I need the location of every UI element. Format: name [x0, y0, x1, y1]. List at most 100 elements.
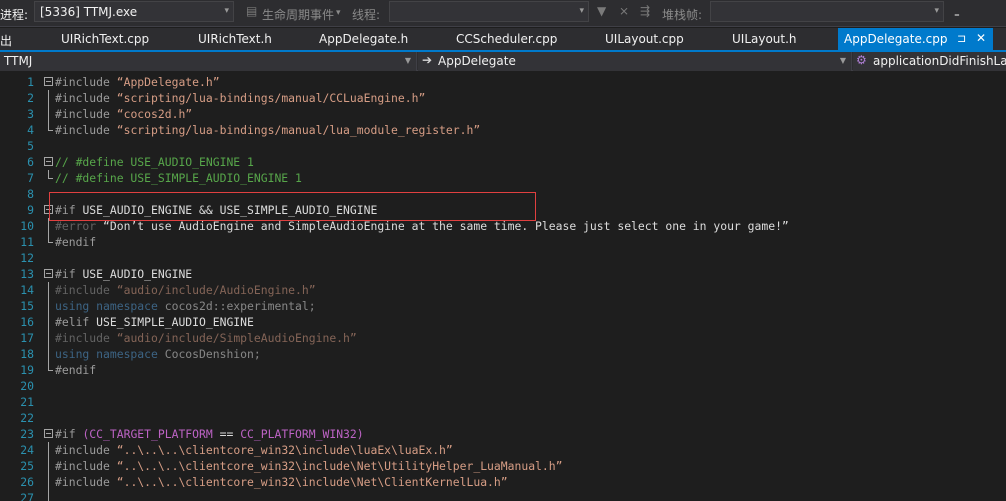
code-line[interactable]: 14 #include “audio/include/AudioEngine.h”	[0, 282, 1006, 298]
member-dropdown[interactable]: ⚙ applicationDidFinishLau	[853, 52, 1006, 71]
stack-frame-label: 堆栈帧:	[662, 8, 703, 22]
pin-icon[interactable]: ⊐	[957, 32, 966, 45]
code-line[interactable]: 25 #include “..\..\..\clientcore_win32\in…	[0, 458, 1006, 474]
collapse-toggle-icon[interactable]	[44, 269, 53, 278]
code-token: #elif	[55, 315, 97, 329]
code-line[interactable]: 13 #if USE_AUDIO_ENGINE	[0, 266, 1006, 282]
process-value: [5336] TTMJ.exe	[40, 5, 138, 19]
tab-uilayout-h[interactable]: UILayout.h	[732, 28, 797, 50]
code-line[interactable]: 19 #endif	[0, 362, 1006, 378]
code-editor[interactable]: 1 #include “AppDelegate.h” 2 #include “scri…	[0, 72, 1006, 501]
code-token: using namespace	[55, 347, 165, 361]
tab-output[interactable]: 出	[0, 28, 12, 50]
code-text: #endif	[55, 362, 96, 378]
code-line[interactable]: 2 #include “scripting/lua-bindings/manual…	[0, 90, 1006, 106]
tab-uirichtext-h[interactable]: UIRichText.h	[198, 28, 272, 50]
filter-icon[interactable]: ▼	[597, 4, 606, 18]
tab-label: AppDelegate.cpp	[844, 32, 948, 46]
code-line[interactable]: 12	[0, 250, 1006, 266]
line-number: 5	[27, 139, 34, 153]
code-line[interactable]: 17 #include “audio/include/SimpleAudioEng…	[0, 330, 1006, 346]
chevron-down-icon: ▼	[839, 56, 846, 65]
outline-guide	[48, 362, 53, 371]
lifecycle-events-label[interactable]: 生命周期事件	[262, 6, 334, 23]
code-token: USE_AUDIO_ENGINE	[82, 267, 193, 281]
code-token: // #define USE_AUDIO_ENGINE 1	[55, 155, 254, 169]
code-token: #include	[55, 475, 117, 489]
outline-guide	[48, 314, 49, 330]
code-text: #include “AppDelegate.h”	[55, 74, 220, 90]
collapse-toggle-icon[interactable]	[44, 429, 53, 438]
line-number: 11	[20, 235, 34, 249]
code-token: CC_PLATFORM_WIN32)	[240, 427, 364, 441]
outline-guide	[48, 442, 49, 458]
highlight-annotation-box	[49, 192, 536, 221]
code-line[interactable]: 16 #elif USE_SIMPLE_AUDIO_ENGINE	[0, 314, 1006, 330]
line-number: 27	[20, 491, 34, 501]
code-line[interactable]: 20	[0, 378, 1006, 394]
line-number: 6	[27, 155, 34, 169]
code-text: // #define USE_SIMPLE_AUDIO_ENGINE 1	[55, 170, 302, 186]
method-icon: ⚙	[856, 53, 867, 67]
tab-appdelegate-cpp[interactable]: AppDelegate.cpp ⊐ ✕	[838, 28, 993, 50]
code-line[interactable]: 27	[0, 490, 1006, 501]
process-dropdown[interactable]: [5336] TTMJ.exe ▾	[34, 1, 234, 22]
code-line[interactable]: 1 #include “AppDelegate.h”	[0, 74, 1006, 90]
collapse-toggle-icon[interactable]	[44, 157, 53, 166]
collapse-toggle-icon[interactable]	[44, 77, 53, 86]
code-token: USE_SIMPLE_AUDIO_ENGINE	[96, 315, 254, 329]
code-token: #include	[55, 459, 117, 473]
tab-uilayout-cpp[interactable]: UILayout.cpp	[605, 28, 684, 50]
code-line[interactable]: 24 #include “..\..\..\clientcore_win32\in…	[0, 442, 1006, 458]
navigation-bar: TTMJ ▼ ➔ AppDelegate ▼ ⚙ applicationDidF…	[0, 52, 1006, 71]
toolbar-overflow-icon[interactable]: ₌	[954, 7, 960, 20]
tab-appdelegate-h[interactable]: AppDelegate.h	[319, 28, 408, 50]
code-text: #endif	[55, 234, 96, 250]
code-line[interactable]: 3 #include “cocos2d.h”	[0, 106, 1006, 122]
line-number: 19	[20, 363, 34, 377]
code-token: #endif	[55, 235, 97, 249]
code-line[interactable]: 7 // #define USE_SIMPLE_AUDIO_ENGINE 1	[0, 170, 1006, 186]
code-line[interactable]: 5	[0, 138, 1006, 154]
collapse-icon[interactable]: ⇶	[640, 4, 650, 18]
thread-dropdown[interactable]: ▾	[389, 1, 589, 22]
code-line[interactable]: 23 #if (CC_TARGET_PLATFORM == CC_PLATFORM…	[0, 426, 1006, 442]
line-number: 26	[20, 475, 34, 489]
class-dropdown[interactable]: ➔ AppDelegate ▼	[418, 52, 852, 71]
stack-frame-dropdown[interactable]: ▾	[710, 1, 944, 22]
code-line[interactable]: 26 #include “..\..\..\clientcore_win32\in…	[0, 474, 1006, 490]
outline-guide	[48, 298, 49, 314]
project-dropdown[interactable]: TTMJ ▼	[0, 52, 417, 71]
code-line[interactable]: 6 // #define USE_AUDIO_ENGINE 1	[0, 154, 1006, 170]
code-token: “cocos2d.h”	[116, 107, 193, 121]
tab-uirichtext-cpp[interactable]: UIRichText.cpp	[61, 28, 149, 50]
code-line[interactable]: 4 #include “scripting/lua-bindings/manual…	[0, 122, 1006, 138]
code-line[interactable]: 21	[0, 394, 1006, 410]
code-line[interactable]: 15 using namespace cocos2d::experimental;	[0, 298, 1006, 314]
chevron-down-icon[interactable]: ▾	[336, 8, 341, 18]
tab-ccscheduler-cpp[interactable]: CCScheduler.cpp	[456, 28, 557, 50]
outline-guide	[48, 170, 53, 179]
filter-clear-icon[interactable]: ⨯	[619, 4, 629, 18]
code-text: #if (CC_TARGET_PLATFORM == CC_PLATFORM_W…	[55, 426, 364, 442]
code-text: // #define USE_AUDIO_ENGINE 1	[55, 154, 254, 170]
code-text: #include “audio/include/SimpleAudioEngin…	[55, 330, 357, 346]
chevron-down-icon: ▾	[579, 6, 584, 16]
code-line[interactable]: 11 #endif	[0, 234, 1006, 250]
code-token: “..\..\..\clientcore_win32\include\Net\C…	[116, 475, 508, 489]
line-number: 24	[20, 443, 34, 457]
outline-guide	[48, 234, 53, 243]
line-number: 21	[20, 395, 34, 409]
code-token: #if	[55, 267, 83, 281]
code-token: CocosDenshion;	[164, 347, 261, 361]
line-number: 23	[20, 427, 34, 441]
lifecycle-events-icon[interactable]: ▤	[246, 4, 257, 18]
code-line[interactable]: 18 using namespace CocosDenshion;	[0, 346, 1006, 362]
code-line[interactable]: 22	[0, 410, 1006, 426]
chevron-down-icon: ▾	[224, 6, 229, 16]
code-text: #include “audio/include/AudioEngine.h”	[55, 282, 316, 298]
close-icon[interactable]: ✕	[976, 31, 986, 45]
outline-guide	[48, 458, 49, 474]
code-text: #elif USE_SIMPLE_AUDIO_ENGINE	[55, 314, 254, 330]
code-token: #if	[55, 427, 83, 441]
